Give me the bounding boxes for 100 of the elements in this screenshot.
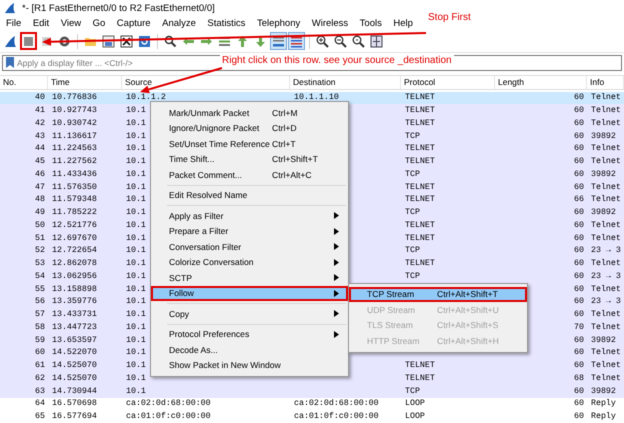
protocol-cell-text: TCP — [404, 170, 420, 179]
source-cell-text: 10.1 — [125, 234, 146, 243]
number-cell-text: 60 — [35, 348, 46, 358]
time-cell-text: 11.785222 — [51, 208, 97, 218]
info-cell-text: 23 → 3 — [590, 246, 621, 256]
number-cell-text: 46 — [35, 170, 46, 179]
time-cell-text: 13.447723 — [51, 322, 97, 332]
number-cell-text: 51 — [35, 234, 46, 243]
info-cell-text: 39892 — [590, 208, 616, 218]
length-cell-text: 60 — [574, 259, 585, 268]
time-cell-text: 12.697670 — [51, 234, 97, 243]
length-cell-text: 68 — [574, 374, 585, 383]
time-cell-text: 11.224563 — [51, 144, 97, 154]
source-cell-text: 10.1 — [125, 310, 146, 320]
number-cell-text: 53 — [35, 259, 46, 268]
protocol-cell-text: TELNET — [404, 182, 435, 192]
source-cell-text: 10.1 — [125, 297, 146, 306]
source-cell-text: 10.1 — [125, 208, 146, 218]
protocol-cell-text: LOOP — [404, 412, 425, 422]
number-cell-text: 64 — [35, 399, 46, 408]
annotation-text: Stop First — [426, 12, 473, 23]
number-cell-text: 52 — [35, 246, 46, 256]
protocol-cell-text: TELNET — [404, 195, 435, 204]
length-cell-text: 60 — [574, 93, 585, 102]
number-cell-text: 41 — [35, 106, 46, 116]
info-cell-text: Telnet — [590, 157, 621, 166]
length-cell-text: 60 — [574, 106, 585, 116]
number-cell-text: 63 — [35, 386, 46, 396]
info-cell-text: Telnet — [590, 106, 621, 116]
protocol-cell-text: TELNET — [404, 361, 435, 370]
time-cell-text: 14.522070 — [51, 348, 97, 358]
source-cell-text: 10.1 — [125, 361, 146, 370]
annotation-text: Right click on this row. see your source _destination — [220, 55, 454, 66]
info-cell-text: 39892 — [590, 336, 616, 345]
time-cell-text: 12.521776 — [51, 220, 97, 230]
protocol-cell-text: TCP — [404, 208, 420, 218]
length-cell-text: 60 — [574, 208, 585, 218]
length-cell-text: 60 — [574, 310, 585, 320]
info-cell-text: Reply — [590, 412, 616, 422]
length-cell-text: 60 — [574, 182, 585, 192]
protocol-cell-text: TELNET — [404, 220, 435, 230]
info-cell-text: 39892 — [590, 132, 616, 141]
protocol-cell-text: TELNET — [404, 234, 435, 243]
info-cell-text: 39892 — [590, 170, 616, 179]
length-cell-text: 60 — [574, 297, 585, 306]
time-cell-text: 14.730944 — [51, 386, 97, 396]
protocol-cell-text: TCP — [404, 272, 420, 281]
source-cell-text: 10.1 — [125, 118, 146, 128]
number-cell-text: 40 — [35, 93, 46, 102]
length-cell-text: 60 — [574, 412, 585, 422]
info-cell-text: 23 → 3 — [590, 272, 621, 281]
info-cell-text: Telnet — [590, 310, 621, 320]
source-cell-text: ca:01:0f:c0:00:00 — [125, 412, 211, 422]
time-cell-text: 13.062956 — [51, 272, 97, 281]
number-cell-text: 55 — [35, 284, 46, 294]
length-cell-text: 66 — [574, 195, 585, 204]
number-cell-text: 54 — [35, 272, 46, 281]
protocol-cell-text: TELNET — [404, 106, 435, 116]
number-cell-text: 44 — [35, 144, 46, 154]
time-cell-text: 11.576350 — [51, 182, 97, 192]
info-cell-text: Telnet — [590, 234, 621, 243]
source-cell-text: 10.1 — [125, 132, 146, 141]
time-cell-text: 16.570698 — [51, 399, 97, 408]
length-cell-text: 60 — [574, 284, 585, 294]
source-cell-text: 10.1 — [125, 336, 146, 345]
length-cell-text: 60 — [574, 336, 585, 345]
number-cell-text: 47 — [35, 182, 46, 192]
length-cell-text: 60 — [574, 144, 585, 154]
info-cell-text: Telnet — [590, 118, 621, 128]
length-cell-text: 60 — [574, 132, 585, 141]
time-cell-text: 11.227562 — [51, 157, 97, 166]
time-cell-text: 13.158898 — [51, 284, 97, 294]
time-cell-text: 13.359776 — [51, 297, 97, 306]
length-cell-text: 70 — [574, 322, 585, 332]
source-cell-text: ca:02:0d:68:00:00 — [125, 399, 211, 408]
protocol-cell-text: TELNET — [404, 374, 435, 383]
length-cell-text: 60 — [574, 234, 585, 243]
protocol-cell-text: TELNET — [404, 144, 435, 154]
length-cell-text: 60 — [574, 246, 585, 256]
source-cell-text: 10.1 — [125, 322, 146, 332]
time-cell-text: 12.722654 — [51, 246, 97, 256]
source-cell-text: 10.1 — [125, 259, 146, 268]
number-cell-text: 65 — [35, 412, 46, 422]
number-cell-text: 45 — [35, 157, 46, 166]
protocol-cell-text: LOOP — [404, 399, 425, 408]
source-cell-text: 10.1 — [125, 374, 146, 383]
info-cell-text: Telnet — [590, 220, 621, 230]
length-cell-text: 60 — [574, 386, 585, 396]
source-cell-text: 10.1 — [125, 348, 146, 358]
source-cell-text: 10.1 — [125, 195, 146, 204]
number-cell-text: 56 — [35, 297, 46, 306]
time-cell-text: 11.136617 — [51, 132, 97, 141]
time-cell-text: 11.579348 — [51, 195, 97, 204]
time-cell-text: 12.862078 — [51, 259, 97, 268]
source-cell-text: 10.1 — [125, 106, 146, 116]
length-cell-text: 60 — [574, 272, 585, 281]
number-cell-text: 49 — [35, 208, 46, 218]
source-cell-text: 10.1 — [125, 284, 146, 294]
source-cell-text: 10.1 — [125, 386, 146, 396]
protocol-cell-text: TCP — [404, 386, 420, 396]
